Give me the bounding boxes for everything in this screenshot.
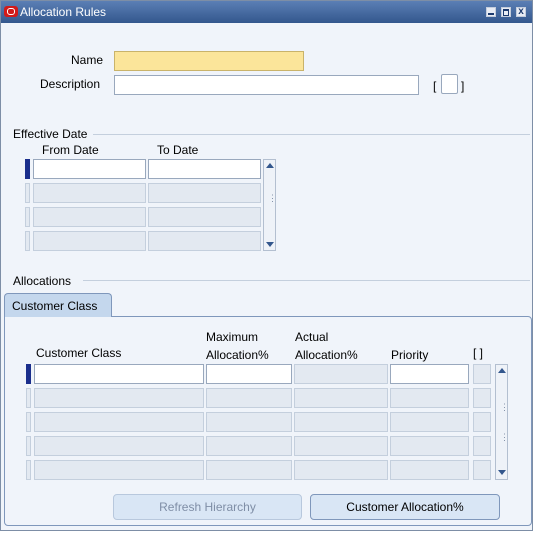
title-bar[interactable]: Allocation Rules x bbox=[1, 1, 532, 23]
refresh-hierarchy-button[interactable]: Refresh Hierarchy bbox=[113, 494, 302, 520]
allocations-scrollbar[interactable]: ⋮ ⋮ bbox=[495, 364, 509, 480]
flexfield-cell[interactable] bbox=[473, 436, 491, 456]
from-date-field[interactable] bbox=[33, 207, 146, 227]
to-date-header: To Date bbox=[157, 143, 199, 157]
maximum-allocation-field[interactable] bbox=[206, 388, 292, 408]
row-indicator[interactable] bbox=[25, 183, 30, 203]
tab-customer-class[interactable]: Customer Class bbox=[4, 293, 112, 317]
priority-field[interactable] bbox=[390, 364, 469, 384]
row-indicator[interactable] bbox=[26, 388, 31, 408]
row-indicator[interactable] bbox=[26, 460, 31, 480]
customer-class-header: Customer Class bbox=[36, 346, 122, 360]
flexfield-cell[interactable] bbox=[473, 412, 491, 432]
close-icon[interactable]: x bbox=[516, 7, 526, 17]
to-date-field[interactable] bbox=[148, 159, 261, 179]
scroll-up-icon[interactable] bbox=[266, 163, 274, 168]
name-label: Name bbox=[71, 53, 104, 67]
customer-class-field[interactable] bbox=[34, 388, 204, 408]
effective-date-heading: Effective Date bbox=[13, 127, 88, 141]
scroll-down-icon[interactable] bbox=[498, 470, 506, 475]
maximum-allocation-header-line2: Allocation% bbox=[206, 348, 269, 362]
minimize-icon[interactable] bbox=[486, 7, 496, 17]
maximum-allocation-field[interactable] bbox=[206, 412, 292, 432]
descriptive-flexfield[interactable] bbox=[441, 74, 458, 94]
from-date-header: From Date bbox=[42, 143, 99, 157]
row-indicator[interactable] bbox=[26, 412, 31, 432]
actual-allocation-field bbox=[294, 436, 388, 456]
allocation-rules-window: Allocation Rules x Name Description [ ] … bbox=[0, 0, 533, 531]
effective-date-scrollbar[interactable]: ⋮ bbox=[263, 159, 277, 251]
effective-date-divider bbox=[93, 134, 530, 135]
scroll-grip-icon[interactable]: ⋮ bbox=[500, 433, 509, 442]
to-date-field[interactable] bbox=[148, 207, 261, 227]
priority-field[interactable] bbox=[390, 412, 469, 432]
row-indicator-current[interactable] bbox=[26, 364, 31, 384]
row-indicator[interactable] bbox=[25, 231, 30, 251]
maximum-allocation-field[interactable] bbox=[206, 460, 292, 480]
flexfield-cell[interactable] bbox=[473, 388, 491, 408]
row-indicator-current[interactable] bbox=[25, 159, 30, 179]
allocations-divider bbox=[83, 280, 530, 281]
from-date-field[interactable] bbox=[33, 183, 146, 203]
maximize-icon[interactable] bbox=[501, 7, 511, 17]
customer-class-field[interactable] bbox=[34, 412, 204, 432]
oracle-logo-icon bbox=[4, 6, 18, 17]
description-label: Description bbox=[40, 77, 101, 91]
tab-customer-class-label: Customer Class bbox=[12, 299, 98, 313]
from-date-field[interactable] bbox=[33, 159, 146, 179]
name-field[interactable] bbox=[114, 51, 304, 71]
actual-allocation-field bbox=[294, 460, 388, 480]
priority-field[interactable] bbox=[390, 388, 469, 408]
to-date-field[interactable] bbox=[148, 183, 261, 203]
priority-header: Priority bbox=[391, 348, 429, 362]
maximum-allocation-field[interactable] bbox=[206, 436, 292, 456]
customer-class-field[interactable] bbox=[34, 460, 204, 480]
maximum-allocation-field[interactable] bbox=[206, 364, 292, 384]
priority-field[interactable] bbox=[390, 436, 469, 456]
flexfield-bracket-close: ] bbox=[461, 79, 465, 93]
scroll-grip-icon[interactable]: ⋮ bbox=[268, 194, 277, 203]
flexfield-bracket-open: [ bbox=[433, 79, 437, 93]
flexfield-header: [ ] bbox=[473, 346, 484, 360]
description-field[interactable] bbox=[114, 75, 419, 95]
customer-class-field[interactable] bbox=[34, 364, 204, 384]
row-indicator[interactable] bbox=[26, 436, 31, 456]
actual-allocation-header-line2: Allocation% bbox=[295, 348, 358, 362]
scroll-up-icon[interactable] bbox=[498, 368, 506, 373]
scroll-down-icon[interactable] bbox=[266, 242, 274, 247]
maximum-allocation-header-line1: Maximum bbox=[206, 330, 259, 344]
scroll-grip-icon[interactable]: ⋮ bbox=[500, 403, 509, 412]
actual-allocation-header-line1: Actual bbox=[295, 330, 329, 344]
customer-class-field[interactable] bbox=[34, 436, 204, 456]
actual-allocation-field bbox=[294, 388, 388, 408]
actual-allocation-field bbox=[294, 364, 388, 384]
row-indicator[interactable] bbox=[25, 207, 30, 227]
from-date-field[interactable] bbox=[33, 231, 146, 251]
to-date-field[interactable] bbox=[148, 231, 261, 251]
priority-field[interactable] bbox=[390, 460, 469, 480]
actual-allocation-field bbox=[294, 412, 388, 432]
allocations-heading: Allocations bbox=[13, 274, 72, 288]
flexfield-cell[interactable] bbox=[473, 364, 491, 384]
flexfield-cell[interactable] bbox=[473, 460, 491, 480]
customer-allocation-button[interactable]: Customer Allocation% bbox=[310, 494, 500, 520]
window-title: Allocation Rules bbox=[20, 5, 107, 19]
